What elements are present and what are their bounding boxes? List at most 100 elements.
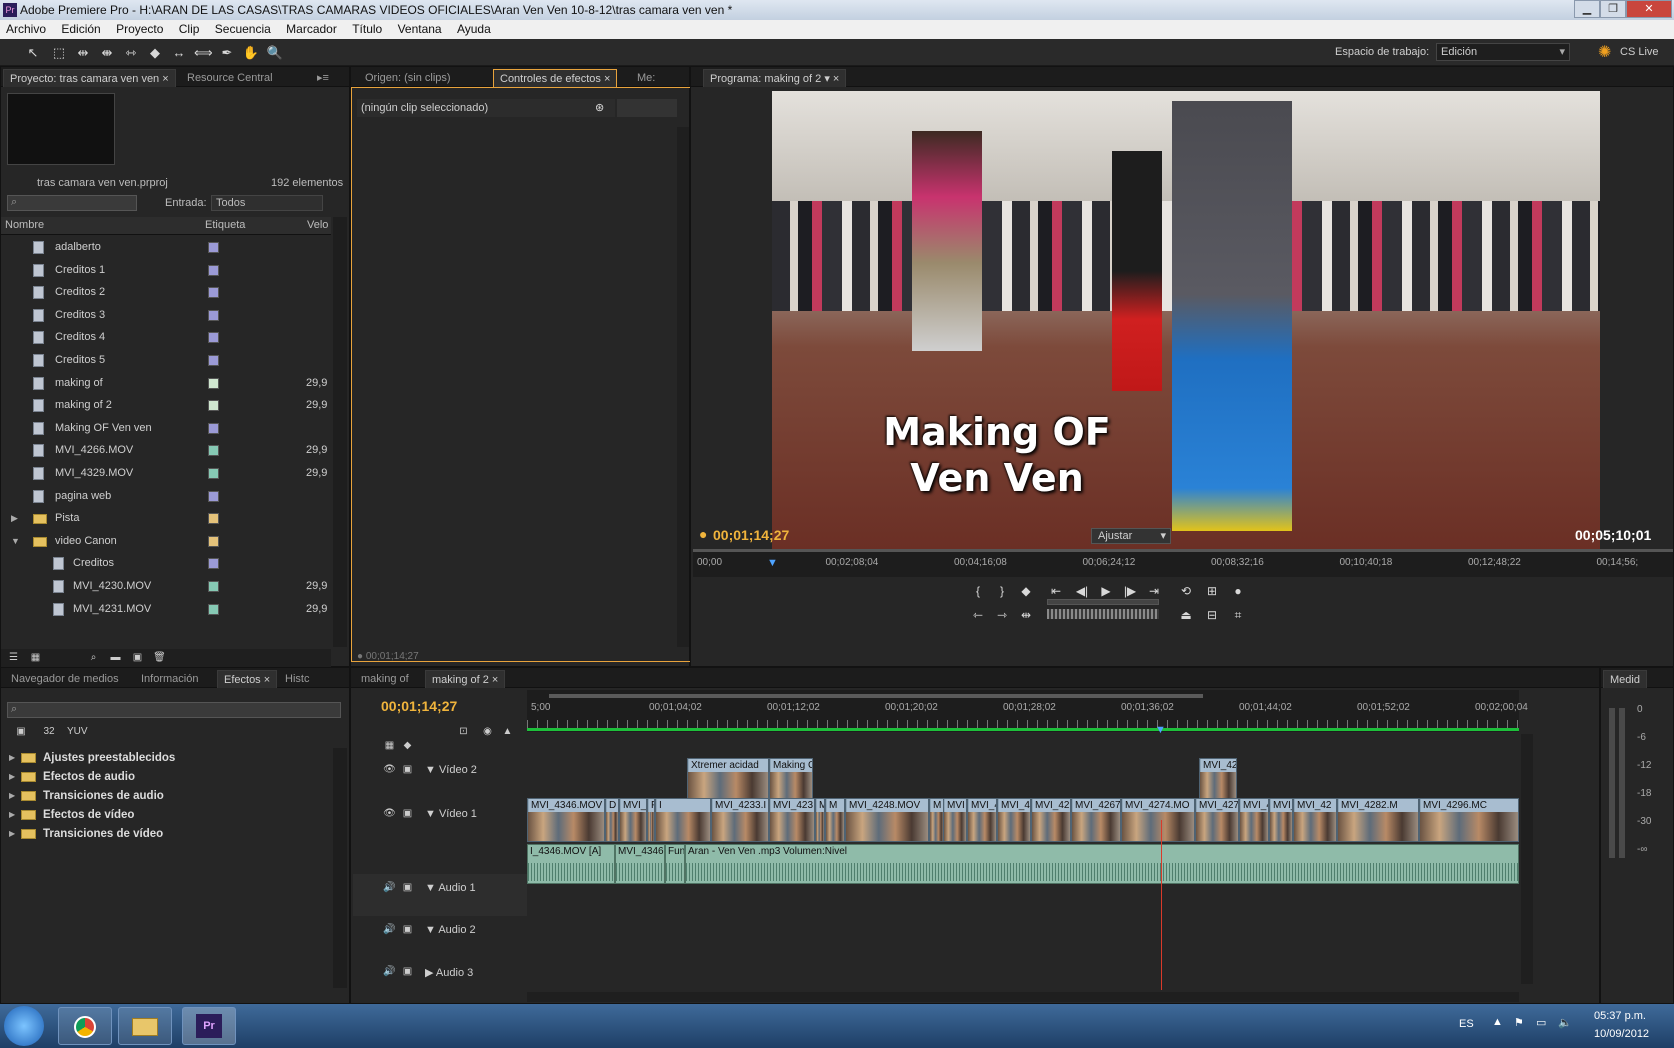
menu-clip[interactable]: Clip [173, 20, 206, 39]
column-etiqueta[interactable]: Etiqueta [205, 219, 245, 231]
timeline-ruler[interactable]: 5;00 00;01;04;02 00;01;12;02 00;01;20;02 00;… [527, 690, 1528, 732]
video-clip[interactable]: MVI_4 [967, 798, 997, 842]
icon-view-icon[interactable]: ▦ [29, 652, 42, 664]
delete-icon[interactable]: 🗑 [153, 652, 166, 664]
tab-resource-central[interactable]: Resource Central [181, 69, 279, 87]
lift-icon[interactable]: ⏏ [1177, 607, 1195, 623]
label-color-swatch[interactable] [208, 355, 219, 366]
track-label-video-2[interactable]: ▼ Vídeo 2 [425, 764, 477, 776]
video-clip[interactable]: MVI_4282.M [1337, 798, 1419, 842]
list-view-icon[interactable]: ☰ [7, 652, 20, 664]
audio-clip[interactable]: Aran - Ven Ven .mp3 Volumen:Nivel [685, 844, 1519, 884]
video-clip[interactable]: MVI_42 [1239, 798, 1269, 842]
menu-edicion[interactable]: Edición [55, 20, 106, 39]
video-clip[interactable]: MVI_4346.MOV [V [527, 798, 605, 842]
list-item[interactable]: ▼ video Canon [1, 529, 331, 553]
chevron-right-icon[interactable]: ▶ [9, 824, 15, 844]
speaker-icon[interactable]: 🔊 [383, 966, 396, 978]
label-color-swatch[interactable] [208, 377, 219, 389]
label-color-swatch[interactable] [208, 309, 219, 321]
lock-icon[interactable]: ▣ [401, 808, 414, 820]
new-item-icon[interactable]: ▣ [131, 652, 144, 664]
label-color-swatch[interactable] [208, 287, 219, 299]
go-to-next-edit-icon[interactable]: ⇾ [993, 607, 1011, 623]
video-clip[interactable]: MVI_42 [1293, 798, 1337, 842]
yuv-effects-icon[interactable]: YUV [67, 726, 88, 738]
show-timeline-icon[interactable]: ⊛ [595, 101, 604, 114]
shuttle-slider[interactable] [1047, 599, 1159, 605]
menu-titulo[interactable]: Título [346, 20, 388, 39]
speaker-icon[interactable]: 🔊 [383, 882, 396, 894]
label-color-swatch[interactable] [208, 242, 219, 253]
go-to-out-icon[interactable]: ⇥ [1145, 583, 1163, 599]
tab-project[interactable]: Proyecto: tras camara ven ven × [3, 69, 176, 87]
video-clip[interactable]: MVI_4274.MO [1121, 798, 1195, 842]
selection-tool-icon[interactable]: ↖ [24, 44, 42, 61]
audio-clip[interactable]: MVI_4346 [615, 844, 665, 884]
maximize-button[interactable]: ❐ [1600, 0, 1626, 18]
lock-icon[interactable]: ▣ [401, 924, 414, 936]
timeline-vertical-scrollbar[interactable] [1521, 734, 1533, 984]
razor-tool-icon[interactable]: ◆ [146, 44, 164, 61]
program-time-ruler[interactable]: 00;00 00;02;08;04 00;04;16;08 00;06;24;12 00… [693, 549, 1673, 577]
timeline-playhead-icon[interactable]: ▼ [1155, 724, 1166, 736]
tab-effects[interactable]: Efectos × [217, 670, 278, 688]
list-item[interactable]: Creditos [1, 551, 331, 575]
menu-ventana[interactable]: Ventana [392, 20, 448, 39]
chevron-right-icon[interactable]: ▶ [9, 748, 15, 768]
video-clip[interactable]: M [825, 798, 845, 842]
start-button-icon[interactable] [4, 1006, 44, 1046]
action-center-icon[interactable]: ⚑ [1514, 1016, 1524, 1029]
video-clip[interactable]: MVI_4248.MOV [845, 798, 929, 842]
ripple-edit-tool-icon[interactable]: ⇹ [74, 44, 92, 61]
jog-dial[interactable] [1047, 609, 1159, 619]
label-color-swatch[interactable] [208, 603, 219, 615]
list-item[interactable]: Creditos 5 [1, 348, 331, 372]
chevron-right-icon[interactable]: ▶ [9, 805, 15, 825]
track-label-audio-2[interactable]: ▼ Audio 2 [425, 924, 476, 936]
column-velocidad[interactable]: Velo [307, 219, 328, 231]
list-item[interactable]: MVI_4230.MOV 29,9 [1, 574, 331, 598]
slip-tool-icon[interactable]: ↔ [170, 44, 188, 61]
label-color-swatch[interactable] [208, 535, 219, 547]
lock-icon[interactable]: ▣ [401, 882, 414, 894]
go-to-in-icon[interactable]: ⇤ [1047, 583, 1065, 599]
menu-secuencia[interactable]: Secuencia [209, 20, 277, 39]
effects-folder[interactable]: ▶ Efectos de vídeo [1, 805, 331, 825]
label-color-swatch[interactable] [208, 468, 219, 479]
menu-ayuda[interactable]: Ayuda [451, 20, 497, 39]
language-indicator[interactable]: ES [1459, 1018, 1474, 1030]
video-clip[interactable]: MV [815, 798, 825, 842]
eye-icon[interactable]: 👁 [383, 808, 396, 820]
project-search-input[interactable]: ⌕ [7, 195, 137, 211]
step-forward-icon[interactable]: |▶ [1121, 583, 1139, 599]
export-frame-icon[interactable]: ⌗ [1229, 607, 1247, 623]
program-zoom-bar[interactable] [693, 549, 1673, 552]
loop-icon[interactable]: ⟲ [1177, 583, 1195, 599]
column-nombre[interactable]: Nombre [5, 219, 44, 231]
mark-in-icon[interactable]: { [969, 583, 987, 599]
zoom-tool-icon[interactable]: 🔍 [266, 44, 284, 61]
video-clip[interactable]: P [647, 798, 655, 842]
chevron-right-icon[interactable]: ▶ [9, 786, 15, 806]
menu-archivo[interactable]: Archivo [0, 20, 52, 39]
tab-program[interactable]: Programa: making of 2 ▾ × [703, 69, 847, 87]
effects-folder[interactable]: ▶ Efectos de audio [1, 767, 331, 787]
label-color-swatch[interactable] [208, 513, 219, 525]
cs-live-button[interactable]: CS Live [1620, 46, 1659, 58]
video-clip[interactable]: MVI_423 [769, 798, 815, 842]
list-item[interactable]: MVI_4329.MOV 29,9 [1, 461, 331, 485]
tab-metadata[interactable]: Me: [631, 69, 661, 87]
show-hidden-icons-icon[interactable]: ▲ [1492, 1016, 1503, 1028]
close-button[interactable]: ✕ [1626, 0, 1672, 18]
video-clip[interactable]: MVI_427 [1195, 798, 1239, 842]
video-clip[interactable]: I [655, 798, 711, 842]
eye-icon[interactable]: 👁 [383, 764, 396, 776]
program-current-timecode[interactable]: 00;01;14;27 [713, 527, 789, 543]
effects-folder[interactable]: ▶ Transiciones de vídeo [1, 824, 331, 844]
lock-icon[interactable]: ▣ [401, 966, 414, 978]
label-color-swatch[interactable] [208, 558, 219, 570]
track-label-audio-3[interactable]: ▶ Audio 3 [425, 966, 473, 979]
add-marker-icon[interactable]: ◆ [1017, 583, 1035, 599]
network-icon[interactable]: ▭ [1536, 1016, 1546, 1029]
